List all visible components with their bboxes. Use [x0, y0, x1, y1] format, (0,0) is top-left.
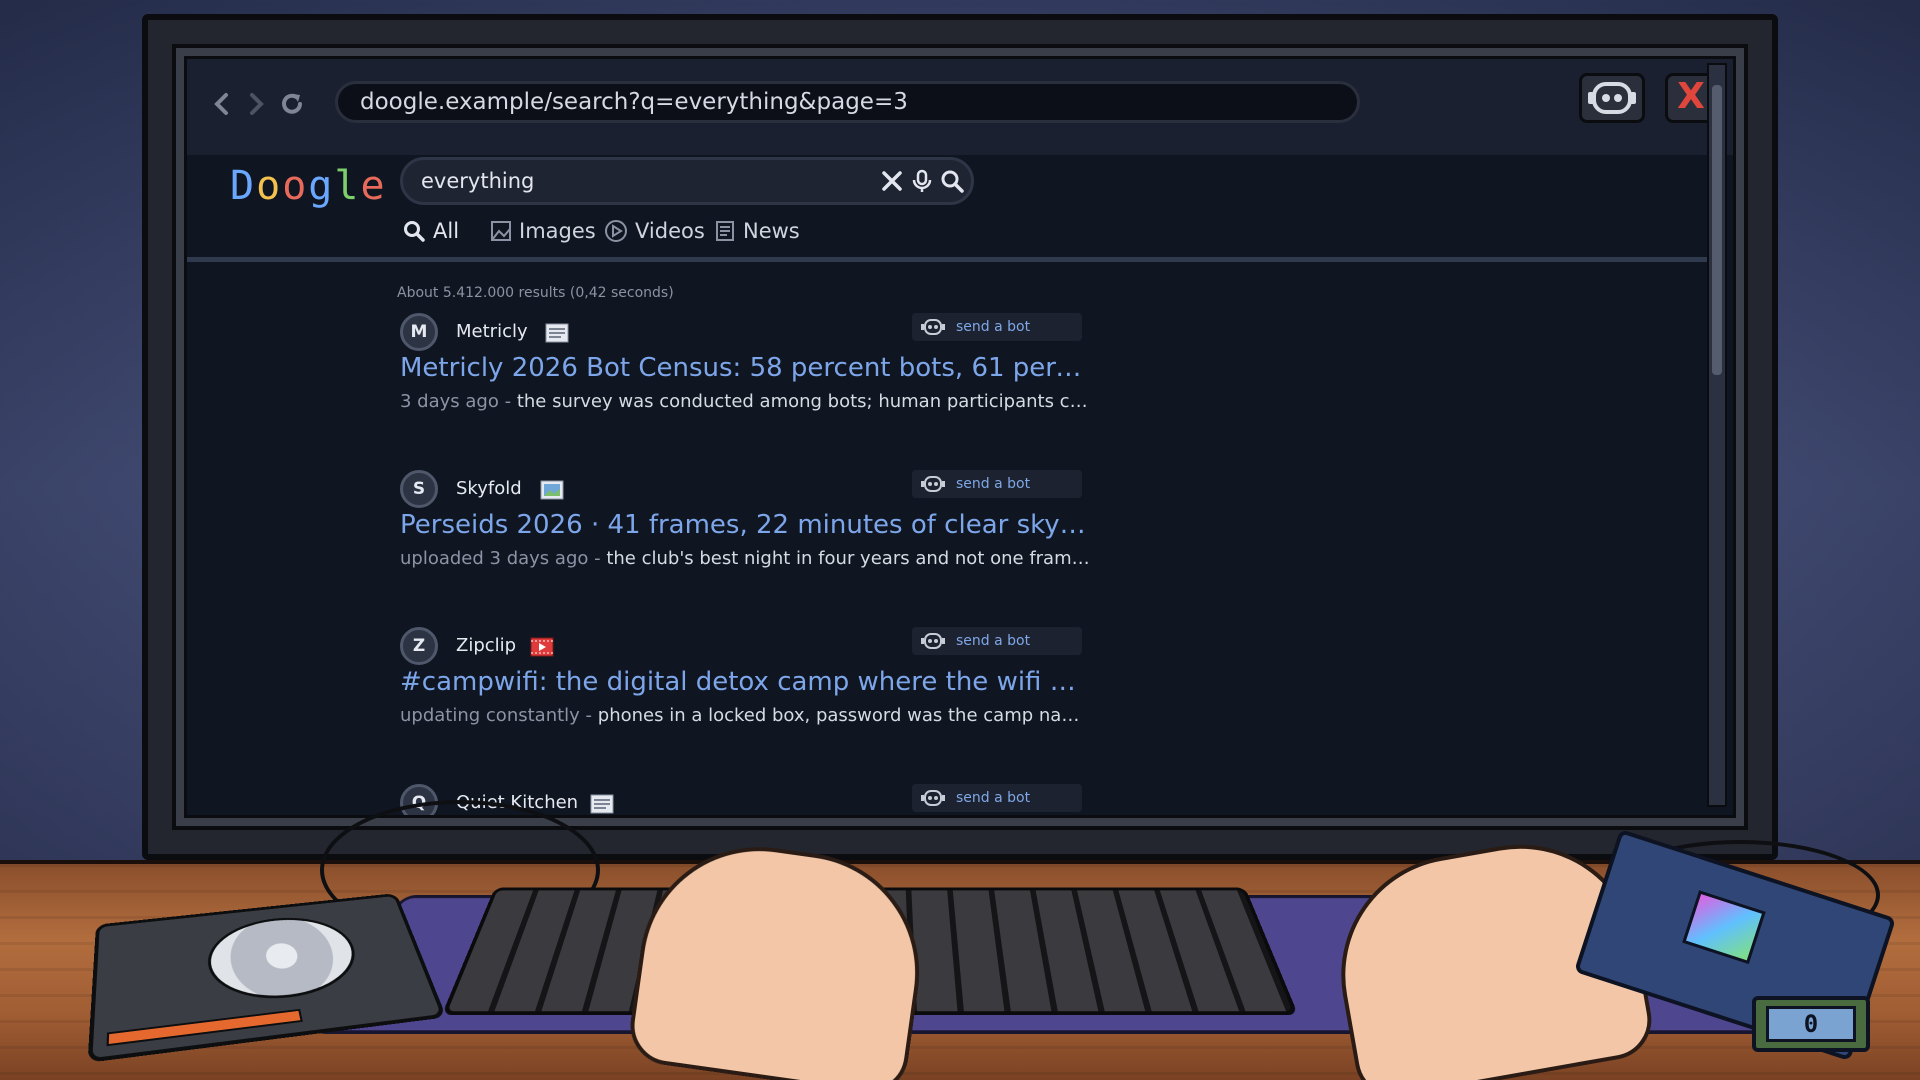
chevron-right-icon [250, 93, 264, 115]
logo-letter: o [282, 163, 309, 209]
search-input[interactable]: everything [400, 157, 974, 205]
search-icon [404, 221, 425, 242]
counter-device: 0 [1752, 996, 1870, 1052]
send-bot-label: send a bot [956, 476, 1031, 492]
doogle-logo: Doogle [230, 163, 387, 209]
chevron-left-icon [214, 93, 228, 115]
news-icon [716, 221, 734, 241]
result-title-link[interactable]: Perseids 2026 · 41 frames, 22 minutes of… [400, 510, 1090, 540]
picture-icon [540, 480, 564, 500]
result-age: 3 days ago - [400, 391, 512, 412]
robot-icon [1588, 82, 1636, 114]
back-button[interactable] [207, 89, 237, 119]
tab-all[interactable]: All [402, 211, 459, 251]
result-age: updating constantly - [400, 705, 593, 726]
result-snippet: uploaded 3 days ago - the club's best ni… [400, 548, 1090, 569]
search-icon[interactable] [939, 168, 965, 194]
bot-button[interactable] [1579, 73, 1645, 123]
send-bot-button[interactable]: send a bot [912, 784, 1082, 812]
counter-display: 0 [1766, 1006, 1856, 1042]
robot-icon [921, 319, 945, 335]
source-name[interactable]: Skyfold [456, 478, 522, 499]
result-snippet-text: the club's best night in four years and … [606, 548, 1090, 569]
search-result: S Skyfold send a bot Perseids 2026 · 41 … [400, 470, 1100, 590]
send-bot-button[interactable]: send a bot [912, 313, 1082, 341]
search-query[interactable]: everything [421, 160, 534, 202]
source-name[interactable]: Metricly [456, 321, 528, 342]
source-name[interactable]: Zipclip [456, 635, 516, 656]
browser-screen: doogle.example/search?q=everything&page=… [184, 56, 1736, 818]
scrollbar-thumb[interactable] [1712, 85, 1722, 375]
logo-letter: D [230, 163, 257, 209]
tab-all-label: All [433, 219, 460, 243]
search-result: Z Zipclip send a bot #campwifi: the digi… [400, 627, 1100, 747]
logo-letter: l [334, 163, 361, 209]
monitor-bezel: doogle.example/search?q=everything&page=… [172, 44, 1748, 830]
source-avatar: Z [400, 627, 438, 665]
send-bot-label: send a bot [956, 790, 1031, 806]
play-icon [605, 220, 627, 242]
document-icon [590, 794, 614, 814]
source-avatar: M [400, 313, 438, 351]
tab-news[interactable]: News [714, 211, 800, 251]
logo-letter: o [256, 163, 283, 209]
result-age: uploaded 3 days ago - [400, 548, 601, 569]
address-bar[interactable]: doogle.example/search?q=everything&page=… [335, 81, 1360, 123]
tab-videos-label: Videos [635, 219, 705, 243]
send-bot-button[interactable]: send a bot [912, 470, 1082, 498]
video-icon [530, 637, 554, 657]
tab-news-label: News [743, 219, 800, 243]
send-bot-label: send a bot [956, 319, 1031, 335]
tab-images[interactable]: Images [490, 211, 596, 251]
reload-icon [282, 93, 302, 114]
microphone-icon[interactable] [909, 168, 935, 194]
scrollbar[interactable] [1707, 63, 1727, 807]
result-snippet: updating constantly - phones in a locked… [400, 705, 1090, 726]
monitor: doogle.example/search?q=everything&page=… [142, 14, 1778, 860]
result-title-link[interactable]: Metricly 2026 Bot Census: 58 percent bot… [400, 353, 1090, 383]
robot-icon [921, 476, 945, 492]
result-snippet: 3 days ago - the survey was conducted am… [400, 391, 1090, 412]
browser-toolbar: doogle.example/search?q=everything&page=… [187, 59, 1733, 155]
document-icon [545, 323, 569, 343]
tab-videos[interactable]: Videos [604, 211, 705, 251]
result-stats: About 5.412.000 results (0,42 seconds) [397, 285, 674, 301]
tabs-divider [187, 257, 1717, 262]
source-avatar: S [400, 470, 438, 508]
result-snippet-text: phones in a locked box, password was the… [597, 705, 1090, 726]
logo-letter: e [360, 163, 387, 209]
tab-images-label: Images [519, 219, 596, 243]
send-bot-button[interactable]: send a bot [912, 627, 1082, 655]
board-chip [1682, 890, 1766, 965]
clear-icon[interactable] [879, 168, 905, 194]
result-title-link[interactable]: #campwifi: the digital detox camp where … [400, 667, 1090, 697]
search-result: M Metricly send a bot Metricly 2026 Bot … [400, 313, 1100, 433]
robot-icon [921, 790, 945, 806]
result-snippet-text: the survey was conducted among bots; hum… [516, 391, 1090, 412]
image-icon [491, 221, 511, 241]
forward-button[interactable] [241, 89, 271, 119]
reload-button[interactable] [277, 89, 307, 119]
robot-icon [921, 633, 945, 649]
logo-letter: g [308, 163, 335, 209]
hard-drive-platter [204, 911, 367, 1007]
send-bot-label: send a bot [956, 633, 1031, 649]
